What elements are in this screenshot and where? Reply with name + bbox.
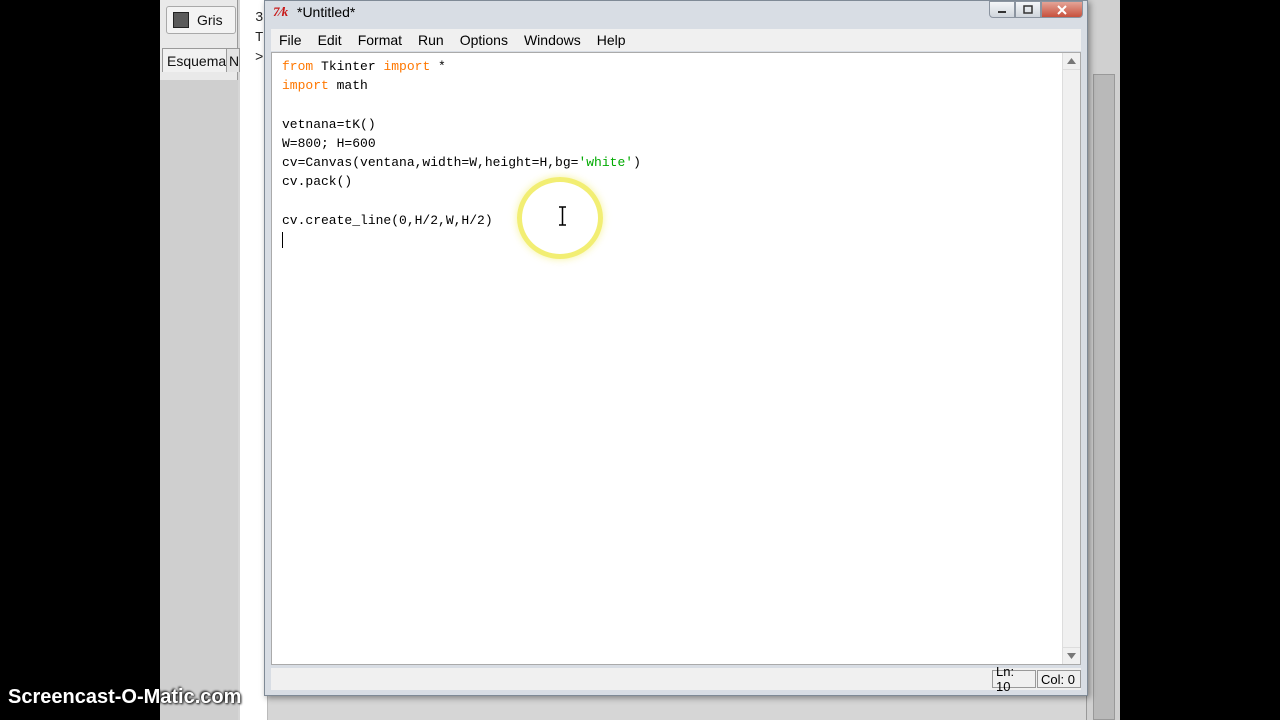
code-token: vetnana=tK(): [282, 116, 376, 132]
shell-char: T: [255, 30, 264, 46]
status-line-number: Ln: 10: [992, 664, 1036, 694]
code-line: W=800; H=600: [282, 134, 641, 153]
scroll-down-button[interactable]: [1063, 647, 1080, 664]
code-token: cv.pack(): [282, 174, 353, 190]
code-token: *: [430, 59, 446, 74]
menu-format[interactable]: Format: [350, 32, 410, 48]
shell-char: 3: [255, 10, 264, 26]
watermark: Screencast-O-Matic.com: [8, 686, 242, 708]
scroll-up-button[interactable]: [1063, 53, 1080, 70]
close-button[interactable]: [1041, 1, 1083, 18]
shell-char: >: [255, 50, 264, 66]
menu-bar: File Edit Format Run Options Windows Hel…: [271, 29, 1081, 51]
close-icon: [1057, 4, 1067, 15]
code-line: cv=Canvas(ventana,width=W,height=H,bg='w…: [282, 153, 641, 172]
window-controls: [989, 1, 1083, 18]
code-token: cv.create_line(0,H/2,W,H/2): [282, 212, 493, 228]
code-line: vetnana=tK(): [282, 115, 641, 134]
code-line: import math: [282, 76, 641, 95]
idle-editor-window: 7⁄k *Untitled* File Edit Format Run Opti…: [264, 0, 1088, 696]
tab-next[interactable]: N: [226, 48, 240, 72]
menu-run[interactable]: Run: [410, 32, 452, 48]
code-keyword: import: [383, 59, 431, 74]
code-keyword: import: [282, 78, 329, 94]
code-editor[interactable]: from Tkinter import * import math vetnana…: [271, 52, 1081, 665]
code-token: W=800; H=600: [282, 135, 376, 151]
code-token: cv=Canvas(ventana,width=W,height=H,bg=: [282, 154, 579, 170]
status-column-number: Col: 0: [1037, 670, 1081, 688]
minimize-button[interactable]: [989, 1, 1015, 18]
window-title: *Untitled*: [297, 4, 356, 20]
background-app-panel: [160, 80, 238, 720]
menu-edit[interactable]: Edit: [310, 32, 350, 48]
menu-help[interactable]: Help: [589, 32, 634, 48]
maximize-icon: [1023, 4, 1033, 14]
code-token: math: [328, 78, 368, 94]
color-button[interactable]: Gris: [166, 6, 236, 34]
status-bar: Ln: 10 Col: 0: [271, 664, 1081, 694]
scroll-up-icon: [1067, 58, 1076, 64]
menu-file[interactable]: File: [271, 32, 310, 48]
text-cursor: [282, 232, 283, 248]
idle-icon: 7⁄k: [273, 4, 289, 19]
code-keyword: from: [282, 59, 314, 74]
minimize-icon: [998, 10, 1006, 13]
code-token: ): [633, 154, 641, 170]
maximize-button[interactable]: [1015, 1, 1041, 18]
code-token: Tkinter: [313, 59, 384, 74]
desktop-area: Gris Esquema N F 3 T > 7⁄k *Untitled*: [160, 0, 1120, 720]
background-app: Gris Esquema N: [160, 0, 240, 720]
background-window-frame: [1093, 74, 1115, 720]
scroll-down-icon: [1067, 653, 1076, 659]
color-swatch: [173, 12, 189, 28]
menu-options[interactable]: Options: [452, 32, 516, 48]
shell-char: F: [255, 0, 263, 4]
vertical-scrollbar[interactable]: [1062, 53, 1080, 664]
color-button-label: Gris: [197, 12, 223, 28]
background-window-right: [1086, 0, 1120, 720]
title-bar[interactable]: 7⁄k *Untitled*: [265, 1, 1087, 23]
code-string: 'white': [578, 154, 634, 170]
ibeam-cursor-icon: [559, 206, 566, 226]
code-line: from Tkinter import *: [282, 57, 641, 76]
tab-outline[interactable]: Esquema: [162, 48, 232, 72]
menu-windows[interactable]: Windows: [516, 32, 589, 48]
